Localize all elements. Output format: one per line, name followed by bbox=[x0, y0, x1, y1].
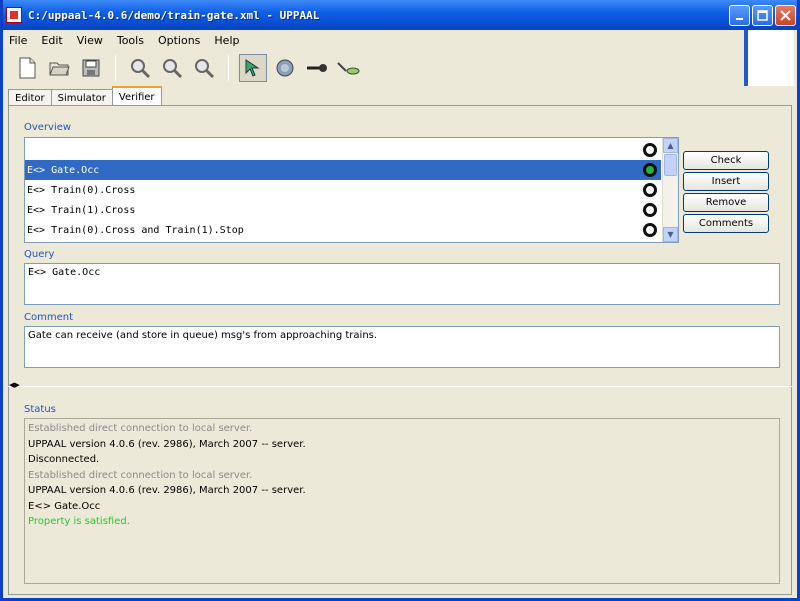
query-label: Query bbox=[24, 249, 55, 260]
select-tool-icon[interactable] bbox=[239, 54, 267, 82]
query-text: E<> Gate.Occ bbox=[27, 164, 100, 176]
unknown-status-icon bbox=[643, 223, 657, 237]
scroll-thumb[interactable] bbox=[664, 154, 677, 176]
scroll-up-icon[interactable]: ▲ bbox=[663, 138, 678, 153]
status-log[interactable]: Established direct connection to local s… bbox=[24, 418, 780, 584]
status-label: Status bbox=[24, 404, 56, 415]
query-input[interactable]: E<> Gate.Occ bbox=[24, 263, 780, 305]
menu-view[interactable]: View bbox=[77, 34, 103, 47]
menu-tools[interactable]: Tools bbox=[117, 34, 144, 47]
menu-help[interactable]: Help bbox=[214, 34, 239, 47]
list-item[interactable] bbox=[25, 140, 661, 160]
unknown-status-icon bbox=[643, 143, 657, 157]
status-line: Property is satisfied. bbox=[28, 516, 130, 527]
unknown-status-icon bbox=[643, 183, 657, 197]
open-icon[interactable] bbox=[45, 54, 73, 82]
toolbar bbox=[3, 51, 743, 85]
splitter[interactable] bbox=[8, 386, 792, 387]
comment-input[interactable]: Gate can receive (and store in queue) ms… bbox=[24, 326, 780, 368]
tab-editor[interactable]: Editor bbox=[8, 89, 52, 106]
query-text: E<> Train(0).Cross and Train(1).Stop bbox=[27, 224, 244, 236]
save-icon[interactable] bbox=[77, 54, 105, 82]
globe-icon[interactable] bbox=[271, 54, 299, 82]
status-line: Established direct connection to local s… bbox=[28, 469, 253, 481]
nail-icon[interactable] bbox=[303, 54, 331, 82]
query-text: E<> Train(0).Cross bbox=[27, 184, 136, 196]
tab-strip: Editor Simulator Verifier bbox=[8, 86, 162, 106]
verifier-panel: Overview E<> Gate.Occ E<> Train(0).Cross… bbox=[8, 105, 792, 595]
title-bar: C:/uppaal-4.0.6/demo/train-gate.xml - UP… bbox=[0, 0, 800, 30]
satisfied-status-icon bbox=[643, 163, 657, 177]
status-line: UPPAAL version 4.0.6 (rev. 2986), March … bbox=[28, 485, 306, 496]
status-line: E<> Gate.Occ bbox=[28, 500, 101, 512]
list-item[interactable]: E<> Train(1).Cross bbox=[25, 200, 661, 220]
splitter-arrows-icon[interactable]: ◀▶ bbox=[9, 381, 20, 389]
status-line: Disconnected. bbox=[28, 454, 100, 465]
status-line: Established direct connection to local s… bbox=[28, 423, 253, 434]
minimize-icon[interactable] bbox=[729, 5, 750, 26]
tab-simulator[interactable]: Simulator bbox=[50, 89, 113, 106]
insert-button[interactable]: Insert bbox=[683, 172, 769, 191]
zoom-fit-icon[interactable] bbox=[190, 54, 218, 82]
overview-label: Overview bbox=[24, 122, 72, 133]
menu-bar: File Edit View Tools Options Help bbox=[3, 30, 743, 50]
scroll-down-icon[interactable]: ▼ bbox=[663, 227, 678, 242]
window-title: C:/uppaal-4.0.6/demo/train-gate.xml - UP… bbox=[28, 8, 320, 22]
check-button[interactable]: Check bbox=[683, 151, 769, 170]
list-item[interactable]: E<> Train(0).Cross bbox=[25, 180, 661, 200]
list-item[interactable]: E<> Gate.Occ bbox=[25, 160, 661, 180]
query-text: E<> Train(1).Cross bbox=[27, 204, 136, 216]
menu-edit[interactable]: Edit bbox=[41, 34, 62, 47]
zoom-out-icon[interactable] bbox=[158, 54, 186, 82]
tab-verifier[interactable]: Verifier bbox=[111, 86, 162, 106]
list-item[interactable]: E<> Train(0).Cross and Train(1).Stop bbox=[25, 220, 661, 240]
overview-scrollbar[interactable]: ▲ ▼ bbox=[662, 138, 678, 242]
edge-tool-icon[interactable] bbox=[335, 54, 363, 82]
uppaal-app-icon bbox=[6, 7, 22, 23]
comment-label: Comment bbox=[24, 312, 73, 323]
close-icon[interactable] bbox=[775, 5, 796, 26]
unknown-status-icon bbox=[643, 203, 657, 217]
menu-file[interactable]: File bbox=[9, 34, 27, 47]
maximize-icon[interactable] bbox=[752, 5, 773, 26]
remove-button[interactable]: Remove bbox=[683, 193, 769, 212]
overview-list[interactable]: E<> Gate.Occ E<> Train(0).Cross E<> Trai… bbox=[24, 137, 679, 243]
menu-options[interactable]: Options bbox=[158, 34, 200, 47]
side-panel bbox=[744, 30, 794, 86]
comments-button[interactable]: Comments bbox=[683, 214, 769, 233]
status-line: UPPAAL version 4.0.6 (rev. 2986), March … bbox=[28, 438, 306, 450]
new-file-icon[interactable] bbox=[13, 54, 41, 82]
zoom-in-icon[interactable] bbox=[126, 54, 154, 82]
